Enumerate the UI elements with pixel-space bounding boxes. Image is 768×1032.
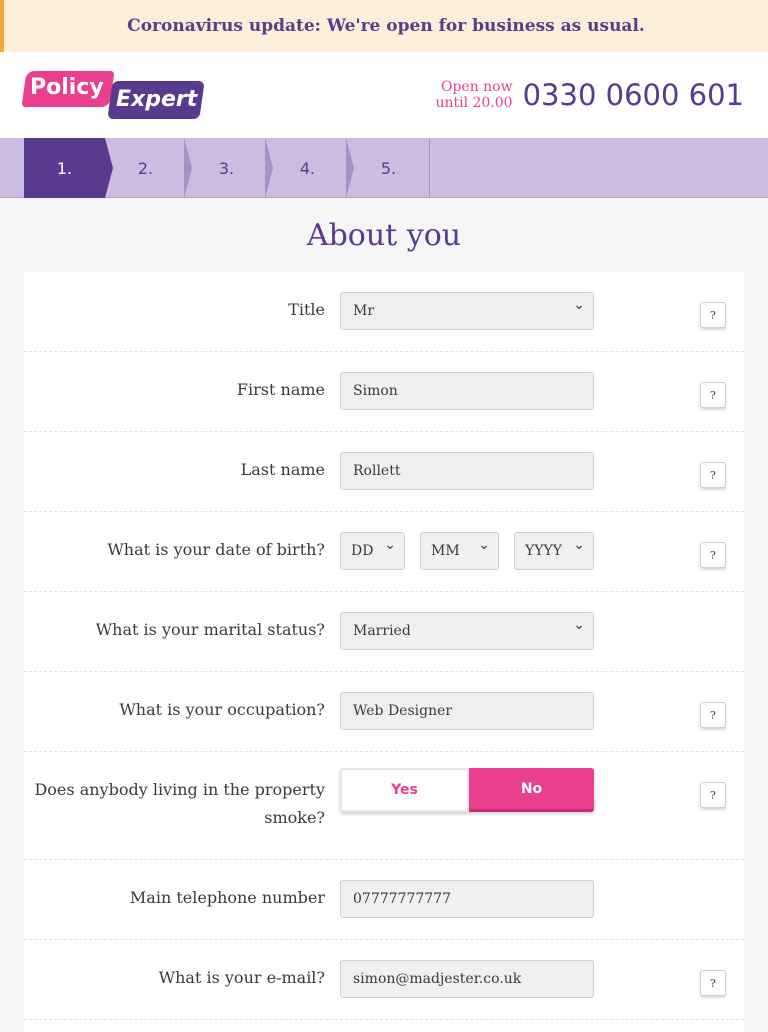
dob-selects: DD MM YYYY	[340, 532, 594, 570]
phone-input[interactable]: 07777777777	[340, 880, 594, 918]
title-row: Title Mr ?	[24, 272, 744, 352]
site-header: Policy Expert Open now until 20.00 0330 …	[0, 52, 768, 138]
last-name-row: Last name Rollett ?	[24, 432, 744, 512]
help-button[interactable]: ?	[700, 702, 726, 728]
logo-word-policy: Policy	[30, 75, 104, 100]
banner-text: Coronavirus update: We're open for busin…	[127, 16, 645, 36]
last-name-input[interactable]: Rollett	[340, 452, 594, 490]
help-button[interactable]: ?	[700, 970, 726, 996]
step-2[interactable]: 2.	[105, 138, 192, 198]
step-3[interactable]: 3.	[186, 138, 273, 198]
smoke-yes-button[interactable]: Yes	[340, 768, 469, 812]
marital-row: What is your marital status? Married	[24, 592, 744, 672]
smoke-toggle: Yes No	[340, 768, 594, 812]
step-4[interactable]: 4.	[267, 138, 354, 198]
dob-label: What is your date of birth?	[107, 540, 325, 559]
page-title: About you	[306, 217, 462, 253]
progress-steps: 1. 2. 3. 4. 5.	[0, 138, 768, 198]
email-row: What is your e-mail? simon@madjester.co.…	[24, 940, 744, 1020]
help-button[interactable]: ?	[700, 302, 726, 328]
help-button[interactable]: ?	[700, 382, 726, 408]
phone-label: Main telephone number	[129, 888, 325, 907]
phone-row: Main telephone number 07777777777	[24, 860, 744, 940]
occupation-row: What is your occupation? Web Designer ?	[24, 672, 744, 752]
title-select[interactable]: Mr	[340, 292, 594, 330]
smoke-row: Does anybody living in the property smok…	[24, 752, 744, 860]
first-name-input[interactable]: Simon	[340, 372, 594, 410]
policy-expert-logo[interactable]: Policy Expert	[21, 67, 205, 123]
occupation-input[interactable]: Web Designer	[340, 692, 594, 730]
about-you-form: Title Mr ? First name Simon ? Last name …	[24, 272, 744, 1032]
dob-year-select[interactable]: YYYY	[514, 532, 594, 570]
hours-line-2: until 20.00	[435, 95, 513, 111]
help-button[interactable]: ?	[700, 782, 726, 808]
email-input[interactable]: simon@madjester.co.uk	[340, 960, 594, 998]
help-button[interactable]: ?	[700, 462, 726, 488]
smoke-no-button[interactable]: No	[469, 768, 594, 812]
hours-line-1: Open now	[440, 79, 513, 95]
first-name-row: First name Simon ?	[24, 352, 744, 432]
phone-number[interactable]: 0330 0600 601	[523, 78, 744, 112]
marital-select[interactable]: Married	[340, 612, 594, 650]
help-button[interactable]: ?	[700, 542, 726, 568]
smoke-label: Does anybody living in the property smok…	[34, 780, 325, 827]
email-label: What is your e-mail?	[158, 968, 325, 987]
step-1[interactable]: 1.	[24, 138, 113, 198]
opening-hours: Open now until 20.00	[435, 79, 512, 111]
title-label: Title	[288, 300, 325, 319]
dob-month-select[interactable]: MM	[420, 532, 499, 570]
last-name-label: Last name	[240, 460, 325, 479]
marital-label: What is your marital status?	[95, 620, 325, 639]
step-5[interactable]: 5.	[348, 138, 430, 198]
occupation-label: What is your occupation?	[119, 700, 325, 719]
logo-word-expert: Expert	[116, 87, 198, 112]
covid-banner: Coronavirus update: We're open for busin…	[0, 0, 768, 52]
contact-info: Open now until 20.00 0330 0600 601	[435, 78, 744, 112]
dob-day-select[interactable]: DD	[340, 532, 405, 570]
first-name-label: First name	[236, 380, 325, 399]
dob-row: What is your date of birth? DD MM YYYY ?	[24, 512, 744, 592]
